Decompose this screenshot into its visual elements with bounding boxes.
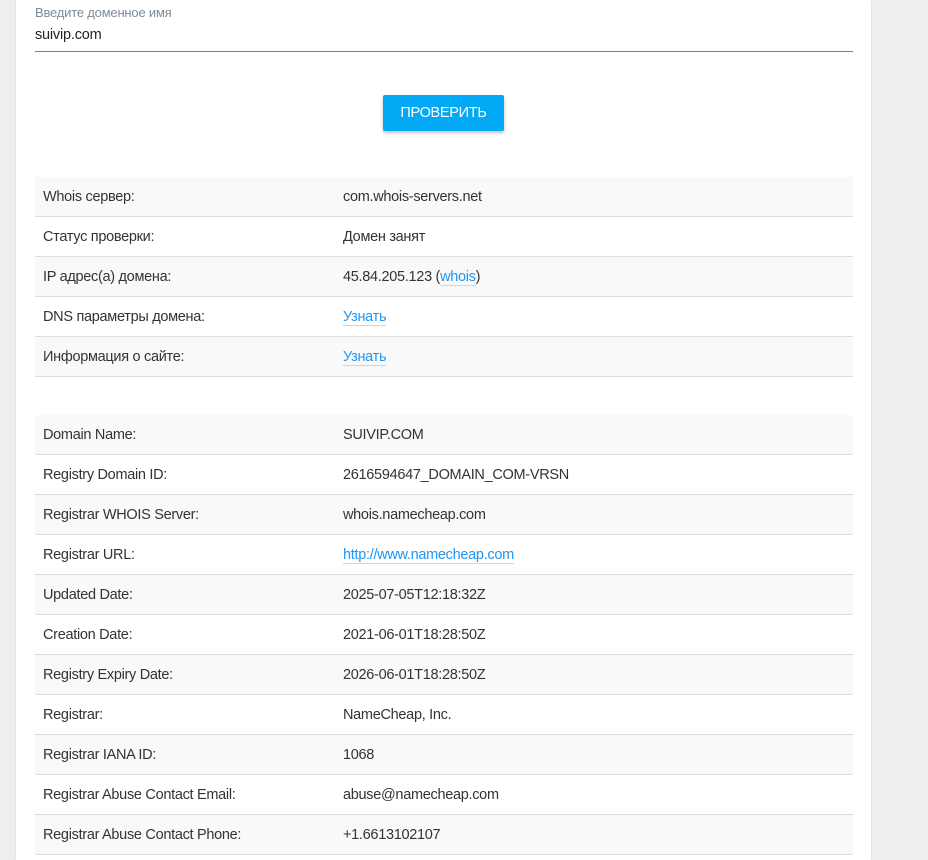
table-row: Whois сервер: com.whois-servers.net bbox=[35, 177, 853, 217]
table-row: Registrar Abuse Contact Phone: +1.6613102… bbox=[35, 814, 853, 855]
row-key: Registrar: bbox=[35, 694, 343, 735]
row-value-cell: SUIVIP.COM bbox=[343, 415, 853, 455]
row-key: IP адрес(а) домена: bbox=[35, 256, 343, 297]
row-key: Registrar Abuse Contact Phone: bbox=[35, 814, 343, 855]
row-key: Updated Date: bbox=[35, 574, 343, 615]
table-row: Domain Name: SUIVIP.COM bbox=[35, 415, 853, 455]
row-value: 2025-07-05T12:18:32Z bbox=[343, 586, 486, 603]
row-value: whois.namecheap.com bbox=[343, 506, 486, 523]
row-value: 1068 bbox=[343, 746, 375, 763]
row-value-cell: 2026-06-01T18:28:50Z bbox=[343, 654, 853, 695]
row-link[interactable]: Узнать bbox=[343, 308, 387, 326]
row-value: 2616594647_DOMAIN_COM-VRSN bbox=[343, 466, 569, 483]
row-value: 2026-06-01T18:28:50Z bbox=[343, 666, 486, 683]
row-key: Registrar Abuse Contact Email: bbox=[35, 774, 343, 815]
table-row: Registrar WHOIS Server: whois.namecheap.c… bbox=[35, 494, 853, 535]
table-row: Creation Date: 2021-06-01T18:28:50Z bbox=[35, 614, 853, 655]
row-key: Статус проверки: bbox=[35, 216, 343, 257]
row-value: +1.6613102107 bbox=[343, 826, 441, 843]
row-value-cell: Домен занят bbox=[343, 216, 853, 257]
row-value-cell: Узнать bbox=[343, 296, 853, 337]
row-value-cell: 2616594647_DOMAIN_COM-VRSN bbox=[343, 454, 853, 495]
row-value: SUIVIP.COM bbox=[343, 426, 424, 443]
table-row: Registrar URL: http://www.namecheap.com bbox=[35, 534, 853, 575]
row-key: Domain Name: bbox=[35, 415, 343, 455]
table-row: Registry Expiry Date: 2026-06-01T18:28:50… bbox=[35, 654, 853, 695]
table-row: DNS параметры домена: Узнать bbox=[35, 296, 853, 337]
row-value-cell: com.whois-servers.net bbox=[343, 177, 853, 217]
domain-field: Введите доменное имя bbox=[35, 0, 853, 52]
table-row: IP адрес(а) домена: 45.84.205.123 (whois) bbox=[35, 256, 853, 297]
row-key: Registry Domain ID: bbox=[35, 454, 343, 495]
table-row: Информация о сайте: Узнать bbox=[35, 336, 853, 377]
row-value: NameCheap, Inc. bbox=[343, 706, 452, 723]
row-key: Информация о сайте: bbox=[35, 336, 343, 377]
row-value-cell: abuse@namecheap.com bbox=[343, 774, 853, 815]
row-link[interactable]: http://www.namecheap.com bbox=[343, 546, 514, 564]
row-key: Registry Expiry Date: bbox=[35, 654, 343, 695]
row-value-cell: +1.6613102107 bbox=[343, 814, 853, 855]
row-value-cell: 45.84.205.123 (whois) bbox=[343, 256, 853, 297]
row-value-cell: Узнать bbox=[343, 336, 853, 377]
row-value: 45.84.205.123 bbox=[343, 268, 432, 285]
table-row: Updated Date: 2025-07-05T12:18:32Z bbox=[35, 574, 853, 615]
domain-input[interactable] bbox=[35, 27, 853, 43]
row-value-cell: whois.namecheap.com bbox=[343, 494, 853, 535]
row-value-cell: 1068 bbox=[343, 734, 853, 775]
row-value: Домен занят bbox=[343, 228, 426, 245]
whois-card: Введите доменное имя ПРОВЕРИТЬ Whois сер… bbox=[16, 0, 871, 860]
check-button[interactable]: ПРОВЕРИТЬ bbox=[383, 95, 504, 131]
domain-field-label: Введите доменное имя bbox=[35, 5, 172, 20]
row-key: Registrar URL: bbox=[35, 534, 343, 575]
row-value-cell: 2021-06-01T18:28:50Z bbox=[343, 614, 853, 655]
row-key: DNS параметры домена: bbox=[35, 296, 343, 337]
row-link[interactable]: whois bbox=[440, 268, 476, 286]
table-row: Registry Domain ID: 2616594647_DOMAIN_COM… bbox=[35, 454, 853, 495]
whois-table: Domain Name: SUIVIP.COM Registry Domain ID… bbox=[35, 415, 853, 855]
table-row: Registrar IANA ID: 1068 bbox=[35, 734, 853, 775]
row-key: Creation Date: bbox=[35, 614, 343, 655]
row-value-cell: NameCheap, Inc. bbox=[343, 694, 853, 735]
table-row: Статус проверки: Домен занят bbox=[35, 216, 853, 257]
row-value: abuse@namecheap.com bbox=[343, 786, 499, 803]
table-row: Registrar Abuse Contact Email: abuse@name… bbox=[35, 774, 853, 815]
row-value-cell: 2025-07-05T12:18:32Z bbox=[343, 574, 853, 615]
row-value-cell: http://www.namecheap.com bbox=[343, 534, 853, 575]
table-row: Registrar: NameCheap, Inc. bbox=[35, 694, 853, 735]
row-key: Registrar WHOIS Server: bbox=[35, 494, 343, 535]
row-value: 2021-06-01T18:28:50Z bbox=[343, 626, 486, 643]
row-key: Whois сервер: bbox=[35, 177, 343, 217]
row-value: com.whois-servers.net bbox=[343, 188, 482, 205]
summary-table: Whois сервер: com.whois-servers.net Статус… bbox=[35, 177, 853, 377]
row-key: Registrar IANA ID: bbox=[35, 734, 343, 775]
row-link[interactable]: Узнать bbox=[343, 348, 387, 366]
